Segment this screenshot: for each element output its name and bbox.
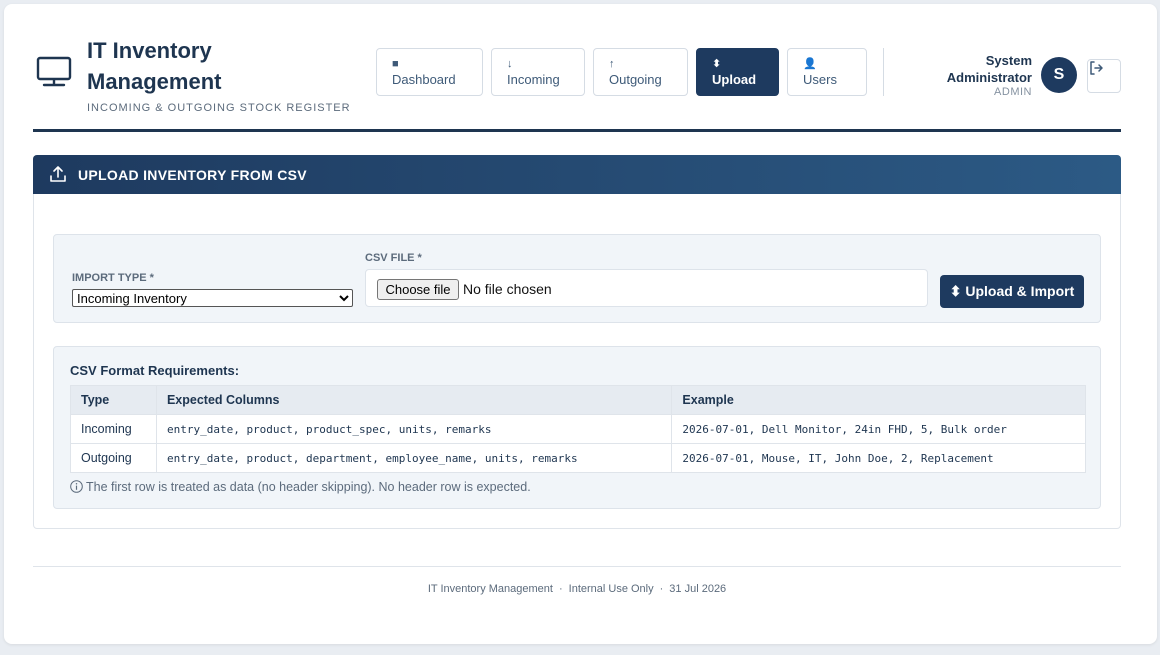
header-divider (883, 48, 884, 96)
table-header-row: Type Expected Columns Example (70, 385, 1086, 415)
footer: IT Inventory Management · Internal Use Onl… (33, 583, 1121, 595)
table-cell: Incoming (70, 414, 157, 444)
nav-label: Upload (712, 72, 757, 87)
footer-separator: · (558, 583, 563, 595)
nav-upload-button[interactable]: ⬍ Upload (696, 48, 779, 96)
app-subtitle: INCOMING & OUTGOING STOCK REGISTER (87, 102, 351, 114)
footer-divider (33, 566, 1121, 567)
arrow-down-icon: ↓ (507, 58, 513, 70)
nav-users-button[interactable]: 👤 Users (787, 48, 867, 96)
choose-file-button[interactable]: Choose file (377, 279, 459, 300)
footer-date: 31 Jul 2026 (669, 583, 727, 595)
footer-separator: · (659, 583, 664, 595)
upload-panel: UPLOAD INVENTORY FROM CSV IMPORT TYPE * … (33, 155, 1121, 529)
table-cell: 2026-07-01, Mouse, IT, John Doe, 2, Repl… (671, 443, 1086, 473)
footer-app: IT Inventory Management (427, 583, 553, 595)
arrow-up-icon: ↑ (609, 58, 615, 70)
column-header: Example (671, 385, 1086, 415)
nav-label: Dashboard (392, 72, 456, 87)
column-header: Expected Columns (155, 385, 673, 415)
note-text: The first row is treated as data (no hea… (86, 480, 531, 494)
app-title: IT Inventory Management (87, 38, 222, 94)
nav-dashboard-button[interactable]: ■ Dashboard (376, 48, 483, 96)
import-type-select[interactable]: Incoming Inventory (72, 289, 353, 307)
requirements-title: CSV Format Requirements: (70, 363, 240, 378)
nav-label: Incoming (507, 72, 560, 87)
csv-file-input[interactable]: Choose file No file chosen (365, 269, 928, 307)
user-name: System Administrator (946, 53, 1032, 85)
nav-label: Users (803, 72, 837, 87)
import-type-label: IMPORT TYPE * (72, 272, 154, 284)
csv-requirements: CSV Format Requirements: Type Expected C… (53, 346, 1101, 509)
table-cell: entry_date, product, product_spec, units… (155, 414, 673, 444)
file-status: No file chosen (463, 281, 552, 297)
updown-arrow-icon: ⬍ (712, 58, 722, 70)
info-icon (70, 480, 83, 496)
upload-form: IMPORT TYPE * Incoming Inventory CSV FIL… (53, 234, 1101, 323)
user-role: ADMIN (994, 86, 1032, 98)
logout-button[interactable] (1087, 59, 1121, 93)
nav-label: Outgoing (609, 72, 662, 87)
requirements-note: The first row is treated as data (no hea… (70, 480, 531, 496)
nav-incoming-button[interactable]: ↓ Incoming (491, 48, 585, 96)
csv-file-label: CSV FILE * (365, 252, 422, 264)
panel-title: UPLOAD INVENTORY FROM CSV (78, 167, 307, 183)
upload-import-button[interactable]: ⬍ Upload & Import (940, 275, 1084, 308)
requirements-table: Type Expected Columns Example Incoming e… (70, 385, 1086, 473)
monitor-icon (36, 56, 72, 88)
user-icon: 👤 (803, 58, 817, 70)
panel-header: UPLOAD INVENTORY FROM CSV (33, 155, 1121, 194)
app-header: IT Inventory Management INCOMING & OUTGO… (33, 32, 1121, 132)
avatar[interactable]: S (1041, 57, 1077, 93)
dashboard-icon: ■ (392, 58, 399, 70)
table-cell: entry_date, product, department, employe… (155, 443, 673, 473)
table-row: Outgoing entry_date, product, department… (70, 443, 1086, 473)
footer-scope: Internal Use Only (568, 583, 654, 595)
table-cell: 2026-07-01, Dell Monitor, 24in FHD, 5, B… (671, 414, 1086, 444)
column-header: Type (70, 385, 157, 415)
nav-outgoing-button[interactable]: ↑ Outgoing (593, 48, 688, 96)
app-card: IT Inventory Management INCOMING & OUTGO… (4, 4, 1157, 644)
table-row: Incoming entry_date, product, product_sp… (70, 414, 1086, 444)
table-cell: Outgoing (70, 443, 157, 473)
